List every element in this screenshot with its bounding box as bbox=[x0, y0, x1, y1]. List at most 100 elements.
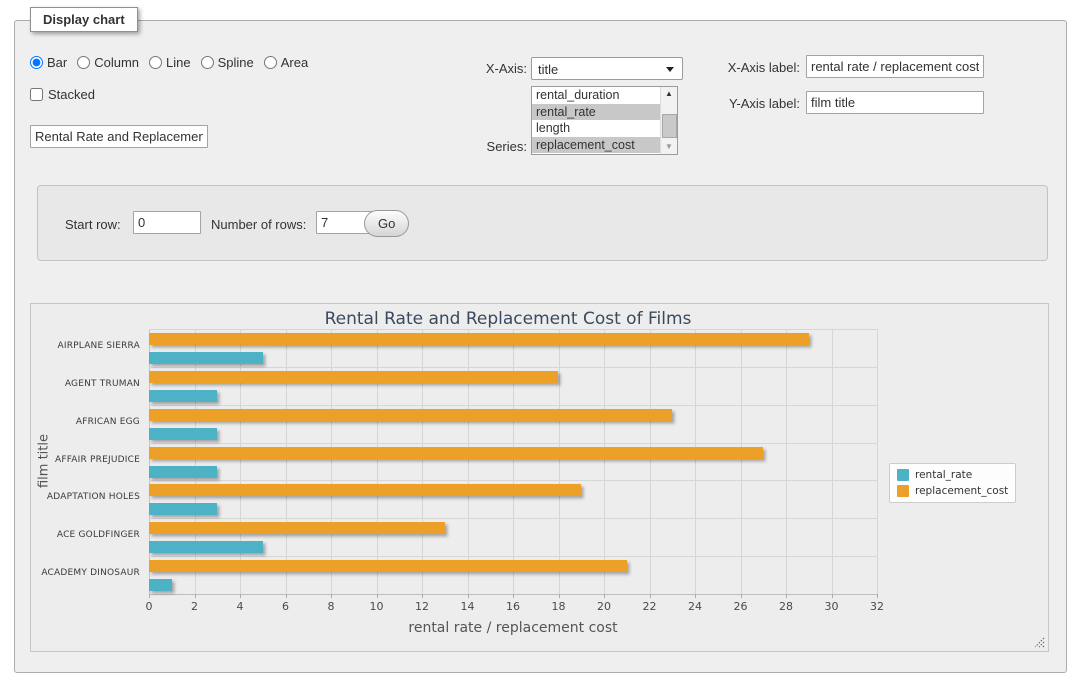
x-tick-mark bbox=[832, 594, 833, 598]
chart-type-option-spline[interactable]: Spline bbox=[201, 55, 254, 70]
chart-type-radio-bar[interactable] bbox=[30, 56, 43, 69]
bar-replacement_cost bbox=[149, 333, 809, 345]
series-multiselect[interactable]: rental_durationrental_ratelengthreplacem… bbox=[531, 86, 678, 155]
legend-swatch bbox=[897, 485, 909, 497]
stacked-checkbox[interactable] bbox=[30, 88, 43, 101]
chart-type-label: Column bbox=[94, 55, 139, 70]
chart-legend: rental_rate replacement_cost bbox=[889, 463, 1016, 503]
bar-replacement_cost bbox=[149, 522, 445, 534]
start-row-input[interactable] bbox=[133, 211, 201, 234]
x-tick-label: 10 bbox=[370, 600, 384, 613]
y-axis-line bbox=[149, 329, 150, 594]
gridline bbox=[195, 329, 196, 594]
x-tick-label: 8 bbox=[328, 600, 335, 613]
gridline bbox=[832, 329, 833, 594]
chart-type-label: Spline bbox=[218, 55, 254, 70]
category-label: ADAPTATION HOLES bbox=[31, 492, 140, 502]
stacked-option[interactable]: Stacked bbox=[30, 87, 95, 102]
chart-title-input[interactable] bbox=[30, 125, 208, 148]
bar-rental_rate bbox=[149, 503, 217, 515]
chart-type-radio-line[interactable] bbox=[149, 56, 162, 69]
bar-replacement_cost bbox=[149, 484, 581, 496]
bar-replacement_cost bbox=[149, 409, 672, 421]
x-axis-selected-value: title bbox=[538, 62, 558, 77]
category-label: AIRPLANE SIERRA bbox=[31, 341, 140, 351]
bar-rental_rate bbox=[149, 579, 172, 591]
chart-type-radio-spline[interactable] bbox=[201, 56, 214, 69]
gridline bbox=[149, 329, 877, 330]
go-button[interactable]: Go bbox=[364, 210, 409, 237]
x-tick-mark bbox=[877, 594, 878, 598]
x-tick-mark bbox=[786, 594, 787, 598]
gridline bbox=[786, 329, 787, 594]
series-select-label: Series: bbox=[440, 139, 527, 155]
bar-rental_rate bbox=[149, 466, 217, 478]
chart-type-radio-area[interactable] bbox=[264, 56, 277, 69]
x-axis-label-caption: X-Axis label: bbox=[700, 60, 800, 76]
scroll-up-icon[interactable]: ▲ bbox=[661, 87, 677, 101]
x-tick-mark bbox=[695, 594, 696, 598]
gridline bbox=[877, 329, 878, 594]
chart-type-option-column[interactable]: Column bbox=[77, 55, 139, 70]
gridline bbox=[149, 480, 877, 481]
series-option-length[interactable]: length bbox=[532, 120, 660, 137]
x-axis-label-input[interactable] bbox=[806, 55, 984, 78]
x-tick-label: 28 bbox=[779, 600, 793, 613]
x-tick-label: 26 bbox=[734, 600, 748, 613]
x-tick-label: 6 bbox=[282, 600, 289, 613]
gridline bbox=[286, 329, 287, 594]
scrollbar-thumb[interactable] bbox=[662, 114, 677, 138]
series-option-rental_duration[interactable]: rental_duration bbox=[532, 87, 660, 104]
legend-label: replacement_cost bbox=[915, 485, 1008, 497]
x-tick-label: 0 bbox=[146, 600, 153, 613]
x-tick-mark bbox=[604, 594, 605, 598]
legend-label: rental_rate bbox=[915, 469, 972, 481]
gridline bbox=[149, 518, 877, 519]
chart-type-label: Area bbox=[281, 55, 308, 70]
series-options: rental_durationrental_ratelengthreplacem… bbox=[532, 87, 677, 153]
x-tick-mark bbox=[559, 594, 560, 598]
gridline bbox=[468, 329, 469, 594]
gridline bbox=[149, 443, 877, 444]
bar-rental_rate bbox=[149, 541, 263, 553]
x-tick-label: 14 bbox=[461, 600, 475, 613]
chart-type-radio-column[interactable] bbox=[77, 56, 90, 69]
x-tick-label: 24 bbox=[688, 600, 702, 613]
legend-item-rental_rate[interactable]: rental_rate bbox=[897, 469, 1008, 481]
gridline bbox=[240, 329, 241, 594]
legend-item-replacement_cost[interactable]: replacement_cost bbox=[897, 485, 1008, 497]
x-tick-label: 22 bbox=[643, 600, 657, 613]
y-axis-label-input[interactable] bbox=[806, 91, 984, 114]
chart-type-option-bar[interactable]: Bar bbox=[30, 55, 67, 70]
x-tick-label: 12 bbox=[415, 600, 429, 613]
gridline bbox=[650, 329, 651, 594]
x-tick-mark bbox=[377, 594, 378, 598]
chart-type-option-area[interactable]: Area bbox=[264, 55, 308, 70]
x-tick-mark bbox=[331, 594, 332, 598]
gridline bbox=[331, 329, 332, 594]
gridline bbox=[741, 329, 742, 594]
gridline bbox=[149, 405, 877, 406]
x-tick-mark bbox=[195, 594, 196, 598]
chart-type-options: Bar Column Line Spline Area bbox=[30, 55, 318, 70]
x-tick-label: 30 bbox=[825, 600, 839, 613]
x-axis-select[interactable]: title bbox=[531, 57, 683, 80]
series-scrollbar[interactable]: ▲ ▼ bbox=[660, 87, 677, 154]
bar-replacement_cost bbox=[149, 560, 627, 572]
scroll-down-icon[interactable]: ▼ bbox=[661, 140, 677, 154]
bar-rental_rate bbox=[149, 428, 217, 440]
x-tick-mark bbox=[240, 594, 241, 598]
chart-x-axis-title: rental rate / replacement cost bbox=[408, 620, 617, 636]
x-tick-label: 4 bbox=[237, 600, 244, 613]
bar-rental_rate bbox=[149, 390, 217, 402]
series-option-rental_rate[interactable]: rental_rate bbox=[532, 104, 660, 121]
chart-type-option-line[interactable]: Line bbox=[149, 55, 191, 70]
gridline bbox=[559, 329, 560, 594]
chart-container: Rental Rate and Replacement Cost of Film… bbox=[30, 303, 1049, 652]
x-tick-label: 16 bbox=[506, 600, 520, 613]
x-tick-mark bbox=[650, 594, 651, 598]
x-tick-mark bbox=[286, 594, 287, 598]
resize-handle[interactable] bbox=[1034, 637, 1045, 648]
gridline bbox=[422, 329, 423, 594]
series-option-replacement_cost[interactable]: replacement_cost bbox=[532, 137, 660, 154]
